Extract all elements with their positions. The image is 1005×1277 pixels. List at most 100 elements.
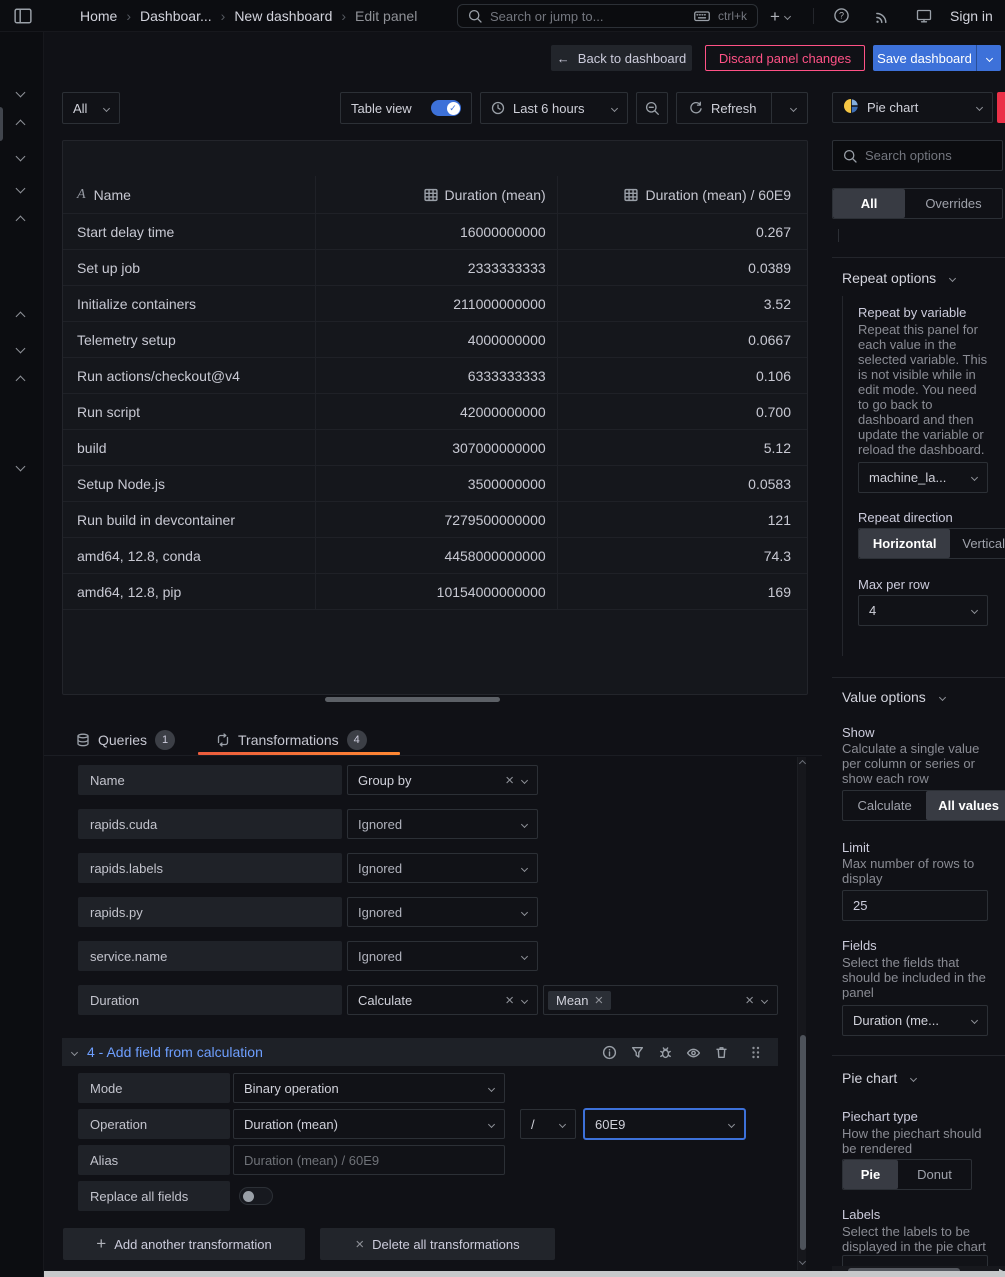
table-row[interactable]: Set up job23333333330.0389	[63, 250, 807, 286]
nav-expand-chevron[interactable]	[16, 88, 26, 98]
alias-input[interactable]	[233, 1145, 505, 1175]
table-row[interactable]: Run build in devcontainer727950000000012…	[63, 502, 807, 538]
groupby-mode-select[interactable]: Calculate	[347, 985, 538, 1015]
back-to-dashboard-button[interactable]: Back to dashboard	[551, 45, 692, 71]
editor-scrollbar-track[interactable]	[797, 757, 806, 1270]
show-radio: Calculate All values	[842, 790, 1005, 821]
nav-collapse-chevron[interactable]	[16, 120, 26, 130]
help-button[interactable]: ?	[833, 7, 850, 24]
breadcrumb-dashboards[interactable]: Dashboar...	[140, 8, 212, 24]
breadcrumb-new-dashboard[interactable]: New dashboard	[234, 8, 332, 24]
remove-stat-icon[interactable]	[595, 993, 604, 1008]
table-row[interactable]: amd64, 12.8, pip10154000000000169	[63, 574, 807, 610]
drag-handle-icon[interactable]	[746, 1043, 764, 1061]
editor-scrollbar-thumb[interactable]	[800, 1035, 806, 1250]
global-search[interactable]: ctrl+k	[457, 4, 758, 28]
replace-all-fields-toggle[interactable]	[239, 1187, 273, 1205]
nav-collapse-chevron[interactable]	[16, 376, 26, 386]
column-header-label: Duration (mean)	[445, 187, 546, 203]
sidebar-toggle-button[interactable]	[14, 7, 32, 25]
stat-multiselect[interactable]: Mean	[543, 985, 778, 1015]
table-view-toggle[interactable]	[431, 100, 461, 116]
direction-horizontal-option[interactable]: Horizontal	[859, 529, 950, 558]
table-row[interactable]: Initialize containers2110000000003.52	[63, 286, 807, 322]
column-header-ratio[interactable]: Duration (mean) / 60E9	[556, 187, 807, 203]
table-row[interactable]: Start delay time160000000000.267	[63, 214, 807, 250]
clear-icon[interactable]	[505, 993, 514, 1008]
options-tab-all[interactable]: All	[833, 189, 905, 218]
groupby-mode-select[interactable]: Ignored	[347, 809, 538, 839]
add-transformation-button[interactable]: Add another transformation	[63, 1228, 305, 1260]
fields-select[interactable]: Duration (me...	[842, 1005, 988, 1036]
time-range-picker[interactable]: Last 6 hours	[480, 92, 628, 124]
nav-expand-chevron[interactable]	[16, 344, 26, 354]
info-circle-icon[interactable]	[600, 1043, 618, 1061]
show-calculate-option[interactable]: Calculate	[843, 791, 926, 820]
value-options-header[interactable]: Value options	[842, 689, 945, 705]
clear-icon[interactable]	[505, 773, 514, 788]
column-header-duration[interactable]: Duration (mean)	[314, 187, 555, 203]
table-row[interactable]: amd64, 12.8, conda445800000000074.3	[63, 538, 807, 574]
options-tab-overrides[interactable]: Overrides	[905, 189, 1002, 218]
operand-left-select[interactable]: Duration (mean)	[233, 1109, 505, 1139]
viz-picker-edge-badge[interactable]	[997, 92, 1005, 123]
operand-right-select[interactable]: 60E9	[583, 1108, 746, 1140]
limit-input[interactable]	[842, 890, 988, 921]
nav-collapse-chevron[interactable]	[16, 312, 26, 322]
groupby-mode-select[interactable]: Ignored	[347, 897, 538, 927]
refresh-button[interactable]: Refresh	[677, 93, 763, 123]
nav-expand-chevron[interactable]	[16, 462, 26, 472]
table-row[interactable]: Run script420000000000.700	[63, 394, 807, 430]
breadcrumb-home[interactable]: Home	[80, 8, 117, 24]
save-dashboard-button[interactable]: Save dashboard	[873, 45, 976, 71]
scroll-down-arrow[interactable]	[799, 1258, 806, 1265]
nav-collapse-chevron[interactable]	[16, 216, 26, 226]
display-button[interactable]	[916, 8, 932, 24]
visualization-picker[interactable]: Pie chart	[832, 92, 993, 123]
repeat-variable-select[interactable]: machine_la...	[858, 462, 988, 493]
transformation-header[interactable]: 4 - Add field from calculation	[62, 1038, 778, 1066]
column-header-name[interactable]: Name	[63, 187, 314, 203]
groupby-mode-select[interactable]: Ignored	[347, 941, 538, 971]
sign-in-link[interactable]: Sign in	[950, 0, 993, 32]
refresh-interval-caret[interactable]	[780, 93, 807, 123]
max-per-row-select[interactable]: 4	[858, 595, 988, 626]
clear-icon[interactable]	[745, 993, 754, 1008]
filter-all-select[interactable]: All	[62, 92, 120, 124]
pie-chart-options-header[interactable]: Pie chart	[842, 1070, 916, 1086]
filter-funnel-icon[interactable]	[628, 1043, 646, 1061]
options-search-input[interactable]	[865, 148, 1005, 163]
tab-queries[interactable]: Queries 1	[76, 723, 175, 756]
news-button[interactable]	[874, 8, 890, 24]
discard-panel-changes-button[interactable]: Discard panel changes	[705, 45, 865, 71]
save-dashboard-caret-button[interactable]	[976, 45, 1001, 71]
show-all-values-option[interactable]: All values	[926, 791, 1005, 820]
nav-expand-chevron[interactable]	[16, 152, 26, 162]
delete-all-transformations-button[interactable]: Delete all transformations	[320, 1228, 555, 1260]
table-row[interactable]: build3070000000005.12	[63, 430, 807, 466]
direction-vertical-option[interactable]: Vertical	[950, 529, 1005, 558]
eye-icon[interactable]	[684, 1043, 702, 1061]
page-horizontal-scrollbar[interactable]	[44, 1271, 1005, 1277]
mode-select[interactable]: Binary operation	[233, 1073, 505, 1103]
operator-select[interactable]: /	[520, 1109, 576, 1139]
nav-expand-chevron[interactable]	[16, 184, 26, 194]
table-row[interactable]: Run actions/checkout@v463333333330.106	[63, 358, 807, 394]
scroll-up-arrow[interactable]	[799, 760, 806, 767]
add-new-button[interactable]	[770, 6, 790, 26]
groupby-mode-select[interactable]: Ignored	[347, 853, 538, 883]
collapse-chevron-icon[interactable]	[71, 1048, 78, 1055]
pie-option[interactable]: Pie	[843, 1160, 898, 1189]
search-input[interactable]	[490, 9, 686, 24]
groupby-mode-select[interactable]: Group by	[347, 765, 538, 795]
repeat-options-header[interactable]: Repeat options	[842, 270, 955, 286]
trash-icon[interactable]	[712, 1043, 730, 1061]
debug-bug-icon[interactable]	[656, 1043, 674, 1061]
table-horizontal-scrollbar[interactable]	[325, 697, 500, 702]
donut-option[interactable]: Donut	[898, 1160, 971, 1189]
table-row[interactable]: Telemetry setup40000000000.0667	[63, 322, 807, 358]
options-search[interactable]	[832, 140, 1003, 171]
zoom-out-time-button[interactable]	[636, 92, 668, 124]
column-header-label: Duration (mean) / 60E9	[645, 187, 791, 203]
table-row[interactable]: Setup Node.js35000000000.0583	[63, 466, 807, 502]
